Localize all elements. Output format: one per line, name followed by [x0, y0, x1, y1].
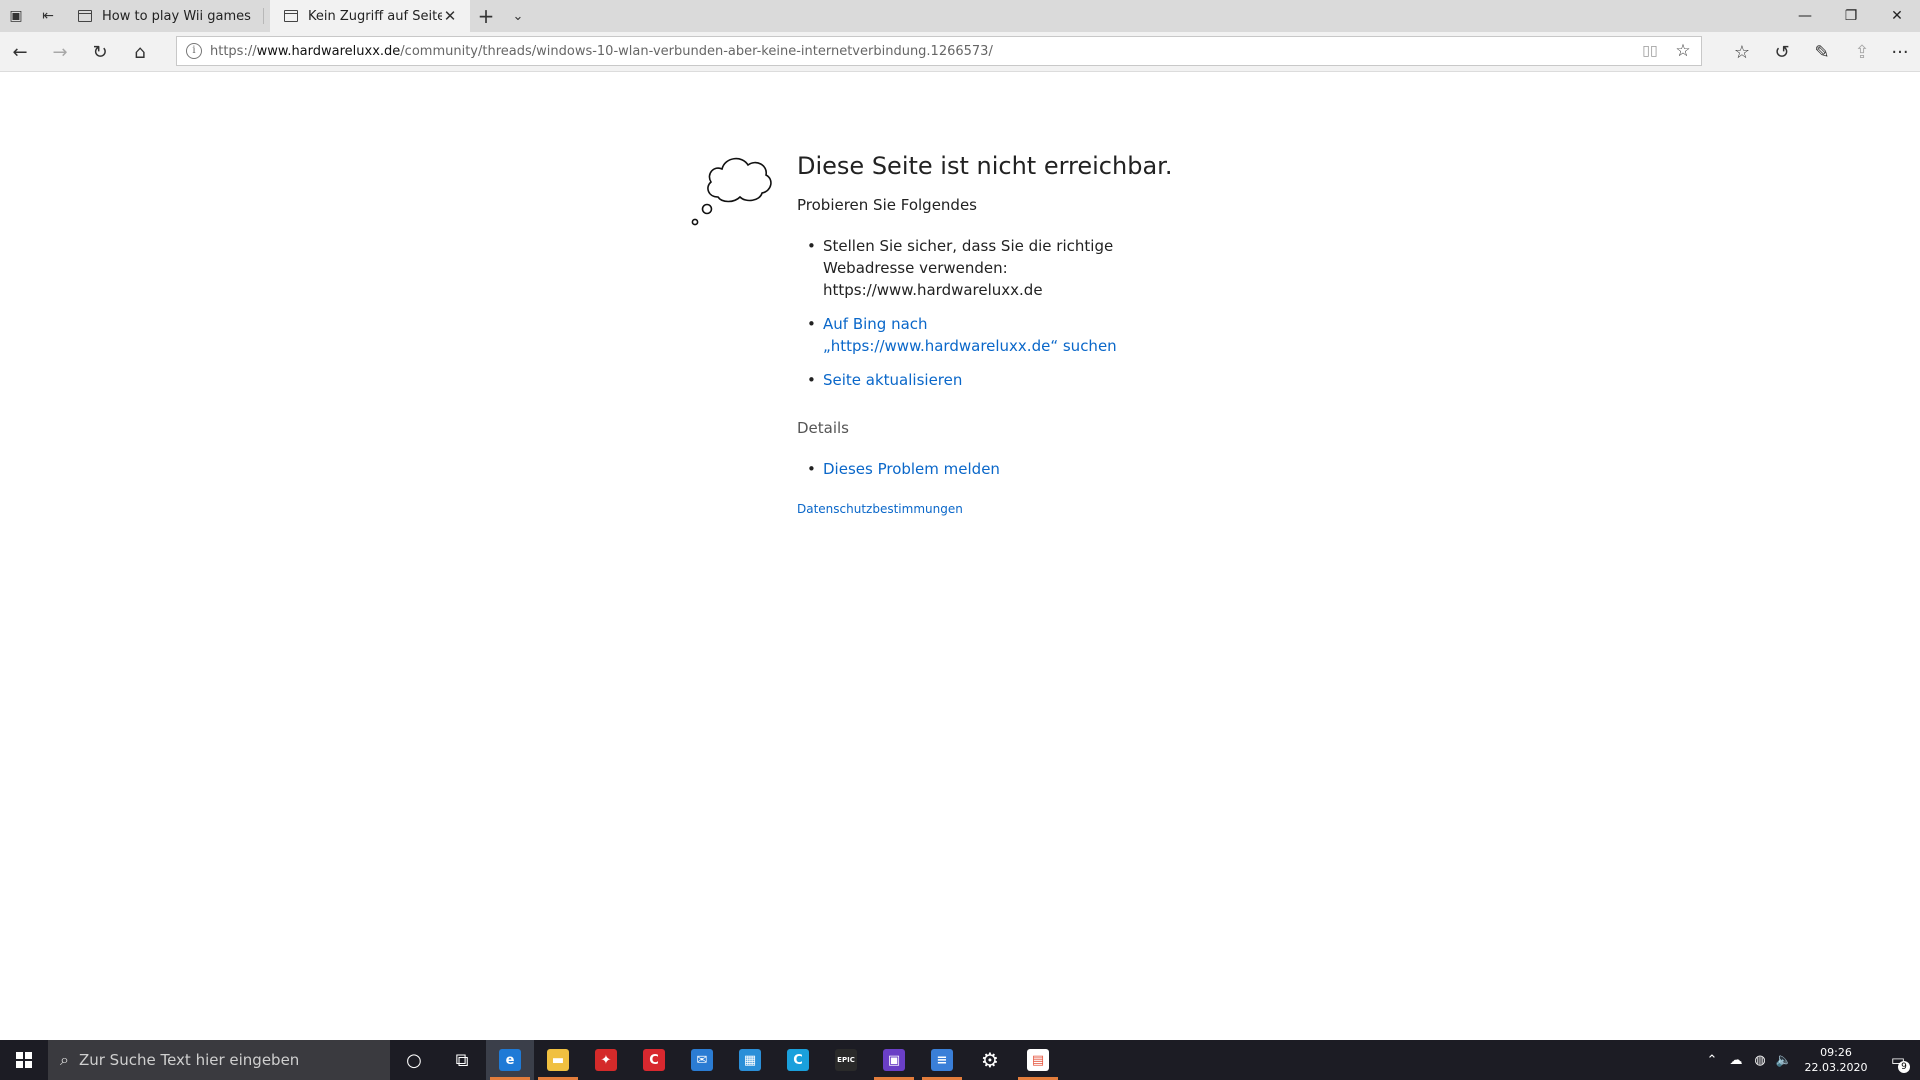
- epic-games-icon-glyph: EPIC: [835, 1049, 857, 1071]
- home-button[interactable]: ⌂: [120, 32, 160, 72]
- page-icon: [78, 10, 92, 22]
- outlook-app-icon-glyph: ✉: [691, 1049, 713, 1071]
- task-view-icon[interactable]: ⧉: [438, 1040, 486, 1080]
- file-explorer-icon-glyph: ▬: [547, 1049, 569, 1071]
- app-building-icon[interactable]: ▦: [726, 1040, 774, 1080]
- onedrive-icon[interactable]: ☁: [1724, 1053, 1748, 1068]
- bing-search-link-text: Auf Bing nach: [823, 315, 928, 333]
- app-red-icon[interactable]: ✦: [582, 1040, 630, 1080]
- edge-app-icon[interactable]: e: [486, 1040, 534, 1080]
- restore-button[interactable]: ❐: [1828, 0, 1874, 32]
- tab-title: How to play Wii games onli: [102, 8, 252, 24]
- twitch-icon[interactable]: ▣: [870, 1040, 918, 1080]
- app-c-icon-glyph: C: [787, 1049, 809, 1071]
- suggestion-list: Stellen Sie sicher, dass Sie die richtig…: [797, 235, 1117, 403]
- app-red-icon-glyph: ✦: [595, 1049, 617, 1071]
- suggestion-refresh: Seite aktualisieren: [797, 369, 1117, 391]
- favorite-star-icon[interactable]: ☆: [1665, 41, 1701, 61]
- start-button[interactable]: [0, 1040, 48, 1080]
- taskbar: ⌕ Zur Suche Text hier eingeben ○ ⧉ e ▬ ✦ C ✉…: [0, 1040, 1920, 1080]
- file-explorer-icon[interactable]: ▬: [534, 1040, 582, 1080]
- volume-icon[interactable]: 🔈: [1772, 1053, 1796, 1068]
- privacy-link[interactable]: Datenschutzbestimmungen: [797, 502, 963, 516]
- ccleaner-icon-glyph: C: [643, 1049, 665, 1071]
- clock-date: 22.03.2020: [1804, 1061, 1868, 1074]
- outlook-app-icon[interactable]: ✉: [678, 1040, 726, 1080]
- system-tray: ⌃ ☁ ◍ 🔈 09:26 22.03.2020 ▭ 9: [1700, 1040, 1920, 1080]
- tab-kein-zugriff[interactable]: Kein Zugriff auf Seite ✕: [270, 0, 470, 32]
- settings-icon-glyph: ⚙: [981, 1048, 999, 1072]
- ccleaner-icon[interactable]: C: [630, 1040, 678, 1080]
- store-icon[interactable]: ▤: [1014, 1040, 1062, 1080]
- notepad-app-icon[interactable]: ≡: [918, 1040, 966, 1080]
- more-menu-icon[interactable]: ···: [1880, 32, 1920, 72]
- twitch-icon-glyph: ▣: [883, 1049, 905, 1071]
- page-icon: [284, 10, 298, 22]
- url-host: www.hardwareluxx.de: [256, 43, 401, 59]
- error-subheading: Probieren Sie Folgendes: [797, 196, 977, 214]
- windows-logo-icon: [16, 1052, 32, 1068]
- minimize-button[interactable]: —: [1782, 0, 1828, 32]
- refresh-page-link[interactable]: Seite aktualisieren: [823, 371, 962, 389]
- app-c-icon[interactable]: C: [774, 1040, 822, 1080]
- bing-search-link-text: „https://www.hardwareluxx.de“ suchen: [823, 337, 1117, 355]
- epic-games-icon[interactable]: EPIC: [822, 1040, 870, 1080]
- report-problem-link[interactable]: Dieses Problem melden: [823, 460, 1000, 478]
- tab-strip: ▣ ⇤ How to play Wii games onli Kein Zugr…: [0, 0, 1920, 32]
- thought-cloud-icon: [691, 157, 772, 226]
- show-hidden-icons-chevron-icon[interactable]: ⌃: [1700, 1053, 1724, 1068]
- set-tabs-aside-icon[interactable]: ⇤: [32, 0, 64, 32]
- notification-count-badge: 9: [1898, 1061, 1910, 1073]
- settings-icon[interactable]: ⚙: [966, 1040, 1014, 1080]
- suggestion-url: https://www.hardwareluxx.de: [823, 281, 1043, 299]
- new-tab-button[interactable]: +: [470, 0, 502, 32]
- favorites-hub-icon[interactable]: ☆: [1722, 32, 1762, 72]
- site-info-icon[interactable]: i: [186, 43, 202, 59]
- search-placeholder: Zur Suche Text hier eingeben: [78, 1051, 300, 1069]
- notepad-app-icon-glyph: ≡: [931, 1049, 953, 1071]
- bing-search-link[interactable]: Auf Bing nach „https://www.hardwareluxx.d…: [823, 315, 1117, 355]
- close-window-button[interactable]: ✕: [1874, 0, 1920, 32]
- history-icon[interactable]: ↺: [1762, 32, 1802, 72]
- suggestion-check-address: Stellen Sie sicher, dass Sie die richtig…: [797, 235, 1117, 301]
- suggestion-text: Webadresse verwenden:: [823, 259, 1008, 277]
- tab-list-chevron-icon[interactable]: ⌄: [502, 0, 534, 32]
- details-heading[interactable]: Details: [797, 419, 849, 437]
- store-icon-glyph: ▤: [1027, 1049, 1049, 1071]
- tab-wii-games[interactable]: How to play Wii games onli: [64, 0, 264, 32]
- tab-title: Kein Zugriff auf Seite: [308, 8, 442, 24]
- address-bar[interactable]: i https://www.hardwareluxx.de/community/…: [176, 36, 1702, 66]
- pinned-apps: e ▬ ✦ C ✉ ▦ C EPIC ▣ ≡ ⚙ ▤: [486, 1040, 1062, 1080]
- pen-notes-icon[interactable]: ✎: [1802, 32, 1842, 72]
- action-center-icon[interactable]: ▭ 9: [1876, 1040, 1920, 1080]
- edge-app-icon-glyph: e: [499, 1049, 521, 1071]
- url-text[interactable]: https://www.hardwareluxx.de/community/th…: [210, 44, 1635, 59]
- details-list: Dieses Problem melden: [797, 458, 1000, 480]
- suggestion-text: Stellen Sie sicher, dass Sie die richtig…: [823, 237, 1114, 255]
- url-scheme: https://: [210, 43, 257, 59]
- reading-view-icon[interactable]: ▯▯: [1635, 43, 1665, 59]
- details-item: Dieses Problem melden: [797, 458, 1000, 480]
- close-tab-icon[interactable]: ✕: [442, 7, 458, 25]
- forward-button[interactable]: →: [40, 32, 80, 72]
- share-icon[interactable]: ⇪: [1842, 32, 1882, 72]
- refresh-button[interactable]: ↻: [80, 32, 120, 72]
- url-path: /community/threads/windows-10-wlan-verbu…: [400, 43, 993, 59]
- tab-preview-icon[interactable]: ▣: [0, 0, 32, 32]
- app-building-icon-glyph: ▦: [739, 1049, 761, 1071]
- clock-time: 09:26: [1820, 1046, 1852, 1059]
- network-globe-icon[interactable]: ◍: [1748, 1053, 1772, 1068]
- error-heading: Diese Seite ist nicht erreichbar.: [797, 152, 1173, 180]
- search-icon: ⌕: [60, 1050, 69, 1069]
- navigation-bar: ← → ↻ ⌂ i https://www.hardwareluxx.de/co…: [0, 32, 1920, 72]
- back-button[interactable]: ←: [0, 32, 40, 72]
- clock[interactable]: 09:26 22.03.2020: [1796, 1045, 1876, 1075]
- taskbar-search-box[interactable]: ⌕ Zur Suche Text hier eingeben: [48, 1040, 390, 1080]
- window-controls: — ❐ ✕: [1782, 0, 1920, 32]
- cortana-icon[interactable]: ○: [390, 1040, 438, 1080]
- suggestion-bing-search: Auf Bing nach „https://www.hardwareluxx.d…: [797, 313, 1117, 357]
